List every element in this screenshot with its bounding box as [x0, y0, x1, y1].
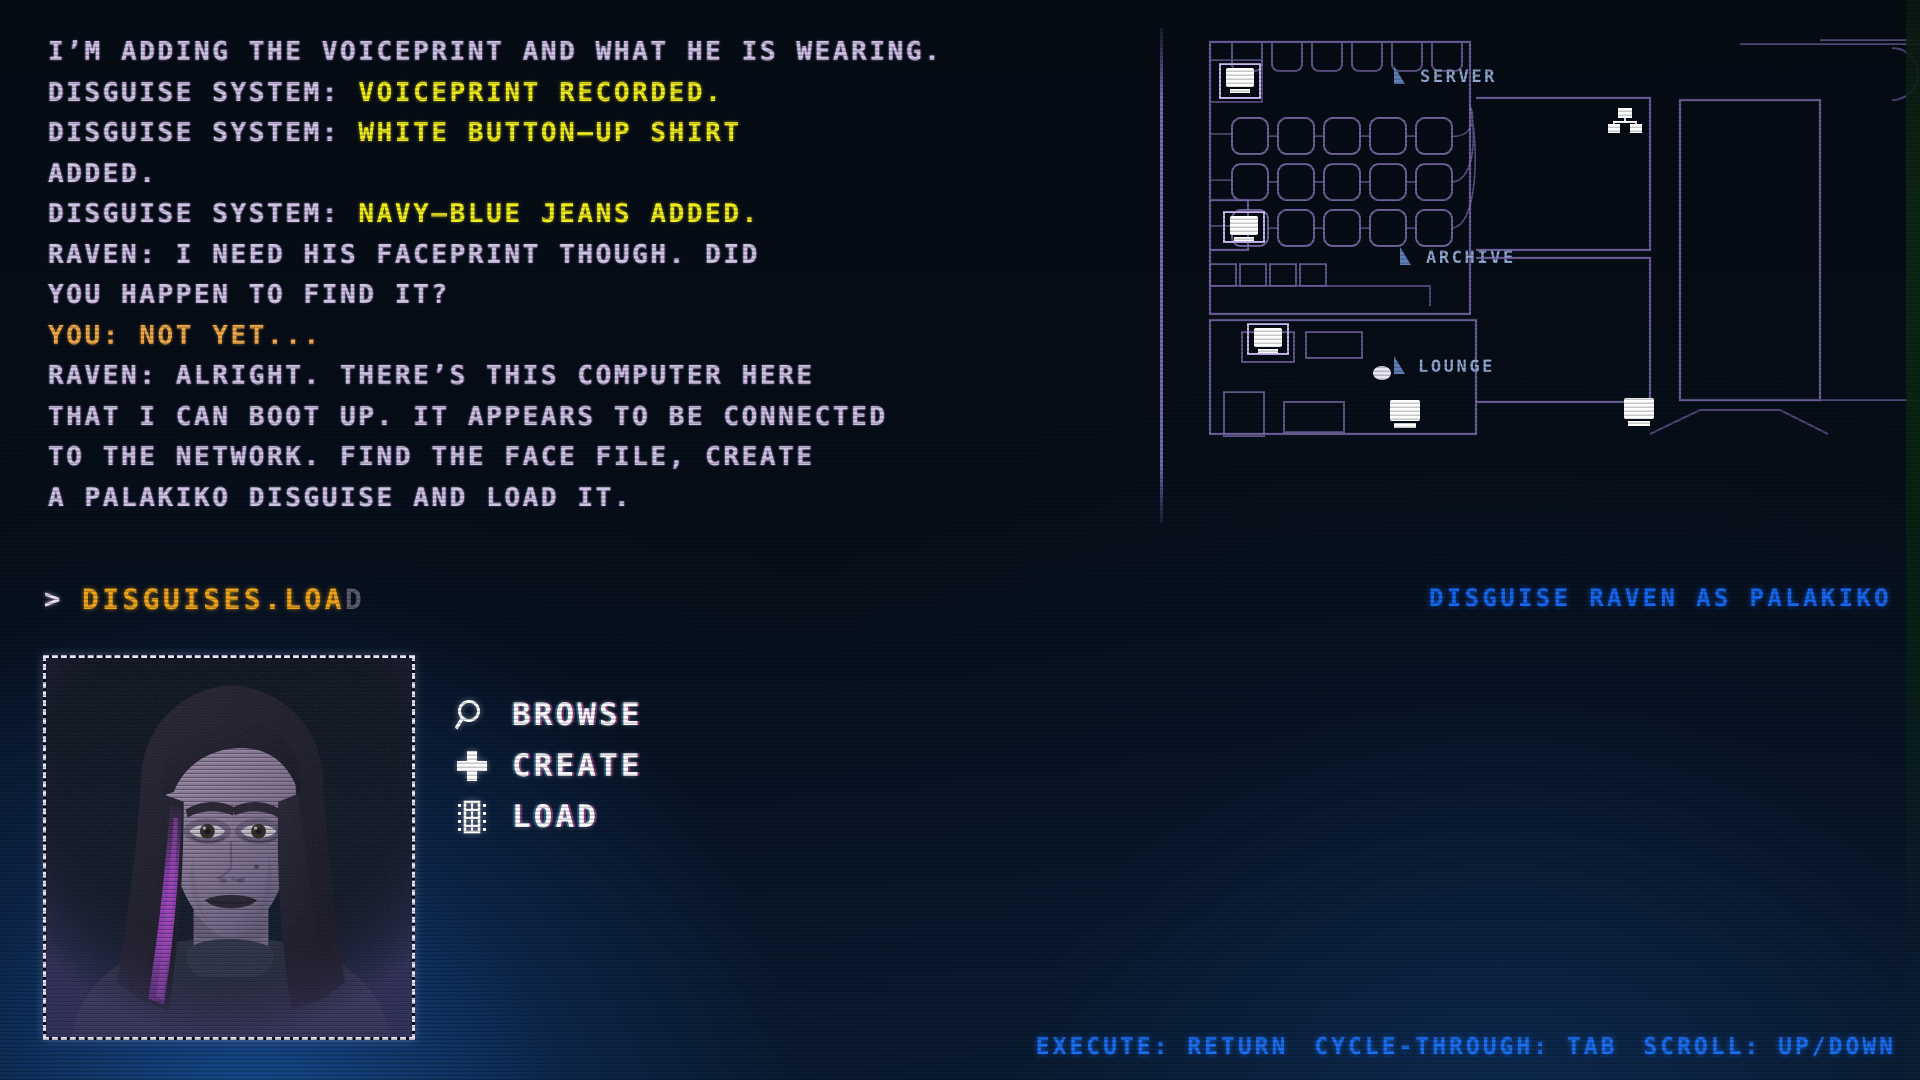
panel-divider	[1160, 28, 1163, 523]
portrait-frame	[43, 655, 415, 1040]
minimap-room-archive	[1209, 198, 1431, 306]
dialog-segment: DISGUISE SYSTEM:	[48, 77, 359, 108]
footer-hint: EXECUTE: RETURN	[1036, 1034, 1289, 1060]
dialog-segment: ADDED.	[48, 158, 158, 189]
dialog-segment: NAVY—BLUE JEANS ADDED.	[358, 199, 760, 229]
minimap-label-server: SERVER	[1394, 66, 1497, 87]
dialog-segment: DISGUISE SYSTEM:	[48, 199, 359, 229]
terminal-icon	[1223, 211, 1265, 243]
dialog-line: YOU: NOT YET...	[48, 316, 1108, 357]
dialog-line: THAT I CAN BOOT UP. IT APPEARS TO BE CON…	[48, 397, 1108, 438]
terminal-icon	[1247, 323, 1289, 355]
dialog-segment: TO THE NETWORK. FIND THE FACE FILE, CREA…	[48, 442, 815, 472]
prompt-caret-icon: >	[44, 584, 63, 615]
terminal-icon	[1624, 398, 1654, 426]
terminal-screen: I’M ADDING THE VOICEPRINT AND WHAT HE IS…	[0, 0, 1920, 1080]
magnifier-icon	[450, 695, 494, 735]
plus-icon	[450, 746, 494, 786]
menu-item-load-label: LOAD	[512, 799, 600, 835]
dialog-line: RAVEN: I NEED HIS FACEPRINT THOUGH. DID	[48, 235, 1108, 276]
dialog-segment: DISGUISE SYSTEM:	[48, 118, 359, 148]
dialog-line: RAVEN: ALRIGHT. THERE’S THIS COMPUTER HE…	[48, 356, 1108, 397]
player-position-marker	[1373, 366, 1391, 380]
dialog-line: TO THE NETWORK. FIND THE FACE FILE, CREA…	[48, 437, 1108, 478]
dialog-line: A PALAKIKO DISGUISE AND LOAD IT.	[48, 478, 1108, 519]
footer-hint-key: TAB	[1566, 1034, 1618, 1060]
minimap-label-lounge-text: LOUNGE	[1418, 357, 1495, 377]
dialog-line: DISGUISE SYSTEM: NAVY—BLUE JEANS ADDED.	[48, 194, 1108, 235]
screen-edge-strip	[1906, 0, 1920, 1080]
terminal-icon	[1219, 63, 1261, 99]
minimap-label-server-text: SERVER	[1420, 67, 1497, 87]
dialog-line: I’M ADDING THE VOICEPRINT AND WHAT HE IS…	[48, 32, 1108, 73]
minimap-panel[interactable]: .wall { fill:none; stroke:#7e6cb0; strok…	[1180, 14, 1920, 534]
command-input[interactable]: DISGUISES.LOAD	[82, 583, 365, 616]
minimap-room-east-wing	[1649, 39, 1920, 435]
minimap-room-lounge	[1208, 318, 1478, 437]
dialog-segment: YOU HAPPEN TO FIND IT?	[48, 280, 450, 310]
dialog-segment: VOICEPRINT RECORDED.	[358, 77, 724, 108]
menu-item-browse-label: BROWSE	[512, 697, 643, 733]
dialog-line: YOU HAPPEN TO FIND IT?	[48, 275, 1108, 316]
menu-item-create-label: CREATE	[512, 748, 643, 784]
footer-hint-key: RETURN	[1187, 1034, 1289, 1060]
footer-hint-action: SCROLL:	[1643, 1034, 1779, 1060]
dialog-line: DISGUISE SYSTEM: VOICEPRINT RECORDED.	[48, 73, 1108, 114]
menu-item-browse[interactable]: BROWSE	[450, 690, 643, 740]
footer-hint: SCROLL: UP/DOWN	[1643, 1034, 1896, 1060]
footer-hint-action: CYCLE-THROUGH:	[1314, 1034, 1567, 1060]
dialog-log: I’M ADDING THE VOICEPRINT AND WHAT HE IS…	[48, 32, 1108, 518]
dialog-segment: THAT I CAN BOOT UP. IT APPEARS TO BE CON…	[48, 401, 888, 432]
dialog-segment: RAVEN: ALRIGHT. THERE’S THIS COMPUTER HE…	[48, 361, 815, 391]
command-row: > DISGUISES.LOAD DISGUISE RAVEN AS PALAK…	[0, 580, 1920, 628]
menu-item-load[interactable]: LOAD	[450, 792, 643, 842]
dialog-segment: A PALAKIKO DISGUISE AND LOAD IT.	[48, 482, 633, 513]
command-typed-text: DISGUISES.LOA	[82, 583, 345, 616]
command-autocomplete-ghost: D	[344, 583, 366, 616]
footer-hint-action: EXECUTE:	[1035, 1034, 1188, 1060]
minimap-room-server-annex	[1476, 96, 1652, 252]
dialog-segment: YOU: NOT YET...	[48, 320, 322, 351]
dialog-line: DISGUISE SYSTEM: WHITE BUTTON—UP SHIRT	[48, 113, 1108, 154]
footer-key-hints: EXECUTE: RETURN CYCLE-THROUGH: TAB SCROLL:…	[1036, 1034, 1896, 1060]
terminal-icon	[1390, 400, 1420, 428]
portrait-image	[46, 658, 412, 1037]
dialog-segment: I’M ADDING THE VOICEPRINT AND WHAT HE IS…	[48, 37, 943, 67]
microchip-icon	[450, 797, 494, 837]
objective-text: DISGUISE RAVEN AS PALAKIKO	[1428, 584, 1892, 612]
dialog-segment: RAVEN: I NEED HIS FACEPRINT THOUGH. DID	[48, 239, 760, 270]
footer-hint-key: UP/DOWN	[1778, 1034, 1896, 1060]
footer-hint: CYCLE-THROUGH: TAB	[1314, 1034, 1617, 1060]
dialog-line: ADDED.	[48, 154, 1108, 195]
minimap-label-lounge: LOUNGE	[1394, 356, 1495, 377]
action-menu: BROWSE CREATE LOAD	[450, 690, 643, 843]
dialog-segment: WHITE BUTTON—UP SHIRT	[358, 118, 742, 148]
network-node-icon	[1608, 108, 1642, 133]
minimap-room-archive-annex	[1476, 256, 1652, 404]
menu-item-create[interactable]: CREATE	[450, 741, 643, 791]
